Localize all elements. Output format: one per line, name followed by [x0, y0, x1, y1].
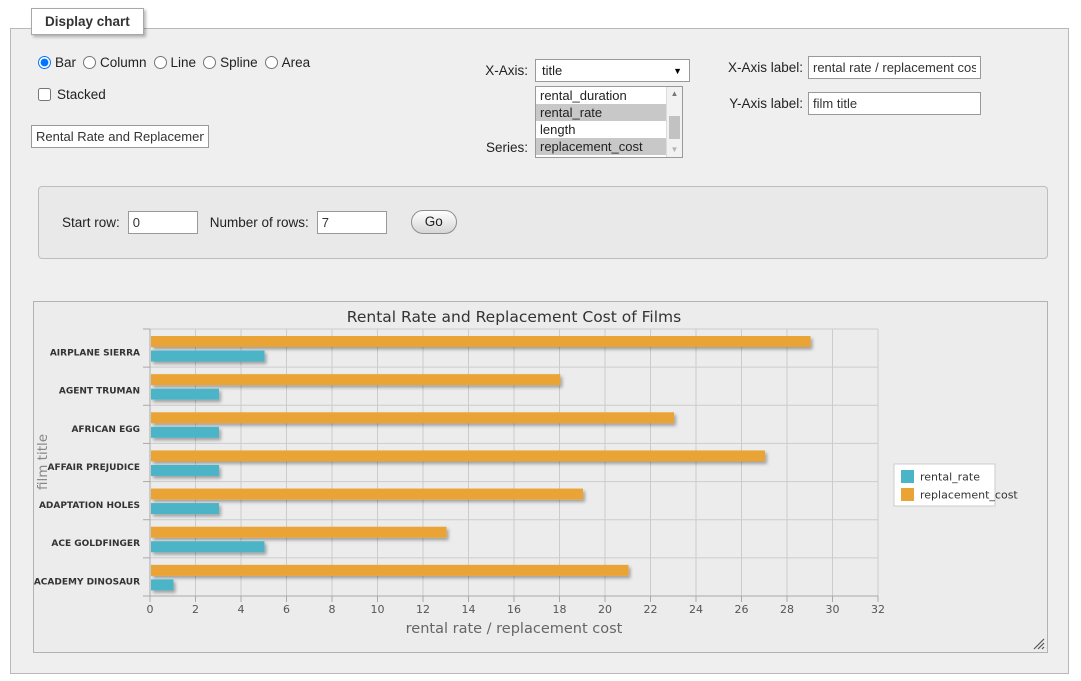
dropdown-arrow-icon: ▼ — [673, 61, 682, 82]
x-tick-label: 32 — [871, 603, 885, 616]
chart-title: Rental Rate and Replacement Cost of Film… — [347, 308, 681, 326]
legend-item-rental_rate[interactable]: rental_rate — [901, 470, 980, 484]
bar-replacement_cost-airplane-sierra[interactable] — [151, 336, 811, 347]
scrollbar-down-icon[interactable]: ▼ — [667, 143, 682, 157]
x-axis-title: rental rate / replacement cost — [406, 621, 623, 637]
stacked-checkbox-row: Stacked — [38, 87, 106, 102]
panel-legend: Display chart — [31, 8, 144, 35]
bar-rental_rate-african-egg[interactable] — [151, 427, 219, 438]
series-listbox-label: Series: — [448, 140, 528, 155]
chart-type-label-bar: Bar — [55, 55, 76, 70]
x-axis-select[interactable]: title ▼ — [535, 59, 690, 82]
num-rows-input[interactable] — [317, 211, 387, 234]
x-tick-label: 0 — [147, 603, 154, 616]
category-label-airplane-sierra: AIRPLANE SIERRA — [50, 349, 140, 359]
x-tick-label: 30 — [826, 603, 840, 616]
x-axis-selected-value: title — [542, 63, 562, 78]
legend-swatch-replacement_cost — [901, 488, 914, 501]
legend-label-replacement_cost: replacement_cost — [920, 489, 1018, 502]
category-label-ace-goldfinger: ACE GOLDFINGER — [51, 539, 140, 549]
series-option-length[interactable]: length — [536, 121, 667, 138]
x-tick-label: 20 — [598, 603, 612, 616]
bar-rental_rate-agent-truman[interactable] — [151, 389, 219, 400]
series-listbox: rental_durationrental_ratelengthreplacem… — [535, 86, 683, 158]
chart-type-radio-bar[interactable] — [38, 56, 51, 69]
stacked-label: Stacked — [57, 87, 106, 102]
start-row-input[interactable] — [128, 211, 198, 234]
bar-rental_rate-airplane-sierra[interactable] — [151, 351, 265, 362]
scrollbar-up-icon[interactable]: ▲ — [667, 87, 682, 101]
bar-replacement_cost-agent-truman[interactable] — [151, 374, 560, 385]
x-tick-label: 22 — [644, 603, 658, 616]
category-label-academy-dinosaur: ACADEMY DINOSAUR — [34, 577, 140, 587]
x-tick-label: 10 — [371, 603, 385, 616]
bar-replacement_cost-ace-goldfinger[interactable] — [151, 527, 447, 538]
series-listbox-options: rental_durationrental_ratelengthreplacem… — [536, 87, 667, 155]
legend-label-rental_rate: rental_rate — [920, 471, 980, 484]
x-tick-label: 12 — [416, 603, 430, 616]
x-tick-label: 24 — [689, 603, 703, 616]
chart-container: Rental Rate and Replacement Cost of Film… — [33, 301, 1048, 653]
chart-type-radio-spline[interactable] — [203, 56, 216, 69]
x-tick-label: 26 — [735, 603, 749, 616]
bar-replacement_cost-academy-dinosaur[interactable] — [151, 565, 629, 576]
chart-type-label-column: Column — [100, 55, 147, 70]
y-axis-label-label: Y-Axis label: — [713, 96, 803, 111]
chart-type-item-bar: Bar — [38, 55, 76, 70]
scrollbar-thumb[interactable] — [669, 116, 680, 139]
chart-legend: rental_rate replacement_cost — [894, 464, 1018, 506]
x-tick-label: 14 — [462, 603, 476, 616]
chart-type-item-area: Area — [265, 55, 311, 70]
bar-replacement_cost-adaptation-holes[interactable] — [151, 489, 583, 500]
x-axis-label-label: X-Axis label: — [713, 60, 803, 75]
x-tick-label: 4 — [238, 603, 245, 616]
chart-type-item-column: Column — [83, 55, 147, 70]
category-label-african-egg: AFRICAN EGG — [71, 425, 140, 435]
x-axis-select-label: X-Axis: — [448, 63, 528, 78]
x-tick-label: 28 — [780, 603, 794, 616]
category-label-agent-truman: AGENT TRUMAN — [59, 387, 140, 397]
bar-rental_rate-adaptation-holes[interactable] — [151, 503, 219, 514]
bar-chart: Rental Rate and Replacement Cost of Film… — [34, 302, 1047, 652]
chart-type-label-area: Area — [282, 55, 311, 70]
bar-replacement_cost-affair-prejudice[interactable] — [151, 450, 765, 461]
series-listbox-scrollbar[interactable]: ▲ ▼ — [666, 87, 682, 157]
go-button[interactable]: Go — [411, 210, 457, 234]
rows-panel: Start row: Number of rows: Go — [38, 186, 1048, 259]
series-option-rental_duration[interactable]: rental_duration — [536, 87, 667, 104]
chart-type-label-spline: Spline — [220, 55, 258, 70]
chart-title-input[interactable] — [31, 125, 209, 148]
chart-type-radio-column[interactable] — [83, 56, 96, 69]
resize-grip-icon[interactable] — [1034, 639, 1044, 649]
category-label-adaptation-holes: ADAPTATION HOLES — [39, 501, 140, 511]
legend-swatch-rental_rate — [901, 470, 914, 483]
chart-type-radio-area[interactable] — [265, 56, 278, 69]
chart-type-item-line: Line — [154, 55, 197, 70]
chart-type-row: Bar Column Line Spline Area — [38, 55, 317, 70]
chart-type-radio-line[interactable] — [154, 56, 167, 69]
y-axis-title: film title — [35, 434, 51, 490]
num-rows-label: Number of rows: — [210, 215, 309, 230]
x-tick-label: 8 — [329, 603, 336, 616]
stacked-checkbox[interactable] — [38, 88, 51, 101]
series-option-replacement_cost[interactable]: replacement_cost — [536, 138, 667, 155]
x-tick-label: 2 — [192, 603, 199, 616]
x-tick-label: 18 — [553, 603, 567, 616]
chart-type-item-spline: Spline — [203, 55, 258, 70]
bar-rental_rate-ace-goldfinger[interactable] — [151, 541, 265, 552]
display-chart-panel: Display chart BarColumnLineSplineArea St… — [10, 28, 1069, 674]
bar-replacement_cost-african-egg[interactable] — [151, 412, 674, 423]
y-axis-label-input[interactable] — [808, 92, 981, 115]
bar-rental_rate-academy-dinosaur[interactable] — [151, 579, 174, 590]
x-axis-label-input[interactable] — [808, 56, 981, 79]
series-option-rental_rate[interactable]: rental_rate — [536, 104, 667, 121]
start-row-label: Start row: — [62, 215, 120, 230]
x-tick-label: 6 — [283, 603, 290, 616]
x-tick-label: 16 — [507, 603, 521, 616]
bar-rental_rate-affair-prejudice[interactable] — [151, 465, 219, 476]
chart-type-label-line: Line — [171, 55, 197, 70]
category-label-affair-prejudice: AFFAIR PREJUDICE — [47, 463, 140, 473]
